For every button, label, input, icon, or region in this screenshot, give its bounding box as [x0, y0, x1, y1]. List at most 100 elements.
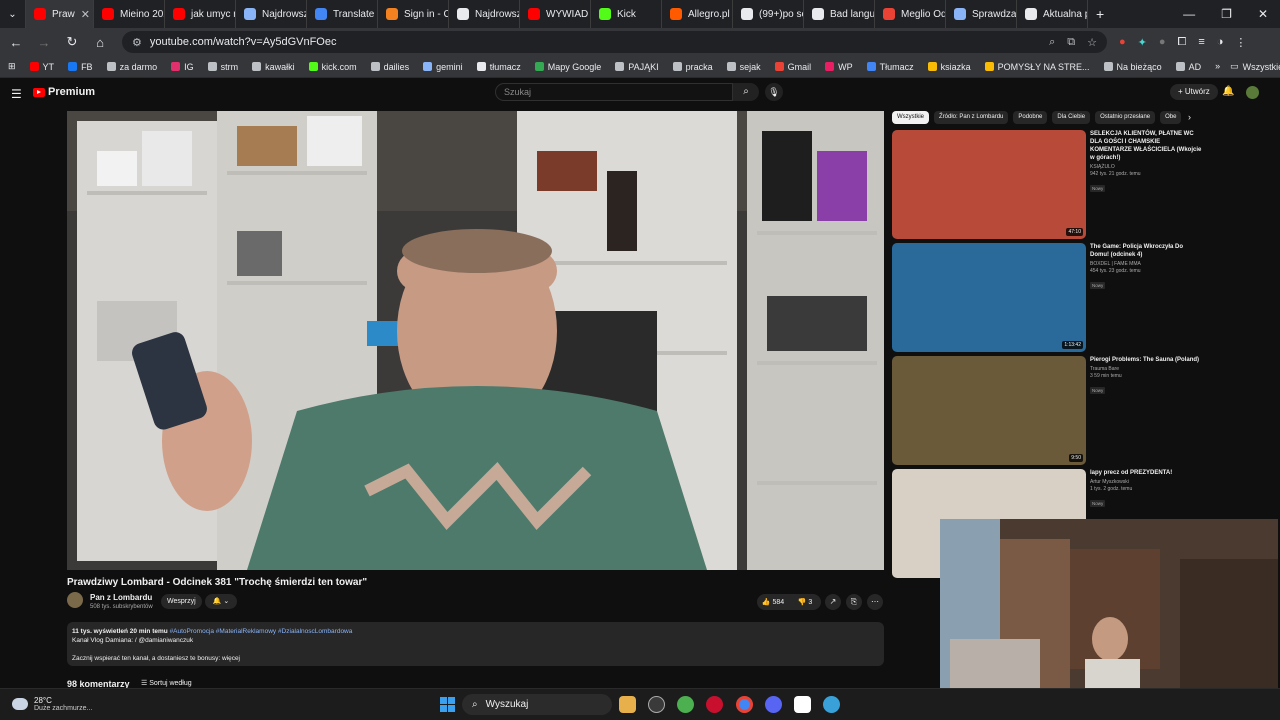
- apps-icon[interactable]: ⊞: [8, 61, 16, 72]
- browser-tab[interactable]: Translate Pl: [307, 0, 378, 28]
- bookmark-item[interactable]: PAJĄKI: [615, 62, 659, 72]
- maximize-icon[interactable]: ❐: [1221, 7, 1232, 21]
- recommendation-title[interactable]: Pierogi Problems: The Sauna (Poland): [1090, 356, 1202, 364]
- chevron-right-icon[interactable]: ›: [1188, 112, 1191, 122]
- browser-menu-icon[interactable]: ⋮: [1235, 36, 1246, 49]
- desc-hashtags[interactable]: #AutoPromocja #MaterialReklamowy #Dziala…: [170, 628, 353, 635]
- bookmark-item[interactable]: IG: [171, 62, 194, 72]
- bookmark-item[interactable]: kick.com: [308, 62, 357, 72]
- filter-chip[interactable]: Ostatnio przesłane: [1095, 111, 1156, 124]
- filter-chip[interactable]: Wszystkie: [892, 111, 929, 124]
- zoom-icon[interactable]: ⌕: [1049, 36, 1055, 49]
- recommendation-channel[interactable]: Artur Myszkowski: [1090, 479, 1202, 485]
- bookmark-item[interactable]: Tłumacz: [866, 62, 914, 72]
- bookmark-item[interactable]: Na bieżąco: [1103, 62, 1162, 72]
- bookmark-item[interactable]: kawałki: [252, 62, 295, 72]
- profile-icon[interactable]: ◑: [1217, 36, 1224, 49]
- like-button[interactable]: 👍 584: [757, 598, 789, 606]
- bookmark-item[interactable]: za darmo: [106, 62, 157, 72]
- browser-tab[interactable]: WYWIAD Z: [520, 0, 591, 28]
- browser-tab[interactable]: Sprawdzam: [946, 0, 1017, 28]
- bookmark-item[interactable]: POMYSŁY NA STRE...: [984, 62, 1090, 72]
- notifications-icon[interactable]: 🔔: [1222, 86, 1234, 97]
- more-bookmarks-icon[interactable]: »: [1215, 61, 1220, 72]
- browser-tab[interactable]: Sign in - Cl: [378, 0, 449, 28]
- app-icon[interactable]: [794, 696, 811, 713]
- channel-avatar[interactable]: [67, 592, 83, 608]
- bookmark-item[interactable]: Mapy Google: [534, 62, 601, 72]
- menu-icon[interactable]: ☰: [11, 87, 22, 101]
- close-tab-icon[interactable]: ✕: [81, 8, 90, 21]
- recommendation-title[interactable]: SELEKCJA KLIENTÓW, PŁATNE WC DLA GOŚCI I…: [1090, 130, 1202, 162]
- taskbar-search[interactable]: ⌕ Wyszukaj: [462, 694, 612, 715]
- save-icon[interactable]: ⎘: [846, 594, 862, 610]
- bookmark-item[interactable]: FB: [68, 62, 93, 72]
- sort-button[interactable]: ☰ Sortuj według: [141, 679, 192, 687]
- install-icon[interactable]: ⧉: [1067, 36, 1075, 49]
- extension-icon[interactable]: ✦: [1138, 36, 1147, 49]
- recommendation-channel[interactable]: BOXDEL | FAME MMA: [1090, 261, 1202, 267]
- tab-list-button[interactable]: ⌄: [0, 0, 26, 28]
- video-thumbnail[interactable]: 9:50: [892, 356, 1086, 465]
- reload-icon[interactable]: ↻: [60, 34, 84, 50]
- search-input[interactable]: Szukaj: [495, 83, 733, 101]
- minimize-icon[interactable]: —: [1183, 7, 1195, 21]
- bookmark-item[interactable]: sejak: [726, 62, 761, 72]
- search-button[interactable]: ⌕: [733, 83, 759, 101]
- star-icon[interactable]: ☆: [1087, 36, 1097, 49]
- bookmark-item[interactable]: AD: [1175, 62, 1201, 72]
- bookmark-item[interactable]: ksiazka: [927, 62, 971, 72]
- recommendation-item[interactable]: 9:50 Pierogi Problems: The Sauna (Poland)…: [892, 356, 1202, 465]
- browser-tab[interactable]: Allegro.pl -: [662, 0, 733, 28]
- discord-icon[interactable]: [765, 696, 782, 713]
- recommendation-title[interactable]: lapy precz od PREZYDENTA!: [1090, 469, 1202, 477]
- channel-name[interactable]: Pan z Lombardu: [90, 593, 152, 602]
- browser-tab[interactable]: Najdrowsz: [449, 0, 520, 28]
- bookmark-item[interactable]: tłumacz: [476, 62, 521, 72]
- weather-widget[interactable]: 28°C Duże zachmurze...: [12, 696, 92, 712]
- address-bar[interactable]: ⚙ youtube.com/watch?v=Ay5dGVnFOec ⌕ ⧉ ☆: [122, 31, 1107, 53]
- site-info-icon[interactable]: ⚙: [132, 36, 142, 49]
- browser-tab[interactable]: Bad languag: [804, 0, 875, 28]
- browser-tab[interactable]: Najdrowsz: [236, 0, 307, 28]
- filter-chip[interactable]: Obe: [1160, 111, 1182, 124]
- filter-chip[interactable]: Podobne: [1013, 111, 1048, 124]
- youtube-logo[interactable]: Premium: [33, 86, 95, 98]
- browser-tab[interactable]: (99+)po sen: [733, 0, 804, 28]
- browser-tab[interactable]: Mieino 2026: [94, 0, 165, 28]
- browser-tab[interactable]: Meglio Odt: [875, 0, 946, 28]
- recommendation-channel[interactable]: Trauma Bare: [1090, 366, 1202, 372]
- video-thumbnail[interactable]: 47:10: [892, 130, 1086, 239]
- bookmark-item[interactable]: pracka: [672, 62, 713, 72]
- extension-icon[interactable]: ●: [1159, 36, 1166, 49]
- recommendation-item[interactable]: 1:13:42 The Game: Policja Wkroczyła Do Do…: [892, 243, 1202, 352]
- reading-list-icon[interactable]: ≡: [1198, 36, 1204, 49]
- chrome-icon[interactable]: [736, 696, 753, 713]
- back-icon[interactable]: ←: [4, 35, 28, 50]
- opera-icon[interactable]: [706, 696, 723, 713]
- bookmark-item[interactable]: Gmail: [774, 62, 811, 72]
- app-icon[interactable]: [823, 696, 840, 713]
- browser-tab[interactable]: Praw ✕: [26, 0, 94, 28]
- recommendation-item[interactable]: 47:10 SELEKCJA KLIENTÓW, PŁATNE WC DLA GO…: [892, 130, 1202, 239]
- create-button[interactable]: + Utwórz: [1170, 84, 1218, 100]
- extensions-puzzle-icon[interactable]: ⧠: [1178, 36, 1187, 49]
- share-icon[interactable]: ↗: [825, 594, 841, 610]
- recommendation-title[interactable]: The Game: Policja Wkroczyła Do Domu! (od…: [1090, 243, 1202, 259]
- avatar[interactable]: [1246, 86, 1259, 99]
- browser-tab[interactable]: Kick: [591, 0, 662, 28]
- dislike-button[interactable]: 👎 3: [789, 598, 821, 606]
- recommendation-channel[interactable]: KSIĄŻULO: [1090, 164, 1202, 170]
- bookmark-item[interactable]: strm: [207, 62, 238, 72]
- browser-tab[interactable]: jak umyc ro: [165, 0, 236, 28]
- mic-icon[interactable]: 🎙: [765, 83, 783, 101]
- bookmark-item[interactable]: gemini: [423, 62, 463, 72]
- browser-tab[interactable]: Aktualna p: [1017, 0, 1088, 28]
- app-icon[interactable]: [648, 696, 665, 713]
- notification-bell-button[interactable]: 🔔 ⌄: [205, 594, 237, 609]
- bookmark-item[interactable]: YT: [29, 62, 54, 72]
- forward-icon[interactable]: →: [32, 35, 56, 50]
- close-window-icon[interactable]: ✕: [1258, 7, 1268, 21]
- bookmark-item[interactable]: dailies: [370, 62, 409, 72]
- description-box[interactable]: 11 tys. wyświetleń 20 min temu #AutoProm…: [67, 622, 884, 666]
